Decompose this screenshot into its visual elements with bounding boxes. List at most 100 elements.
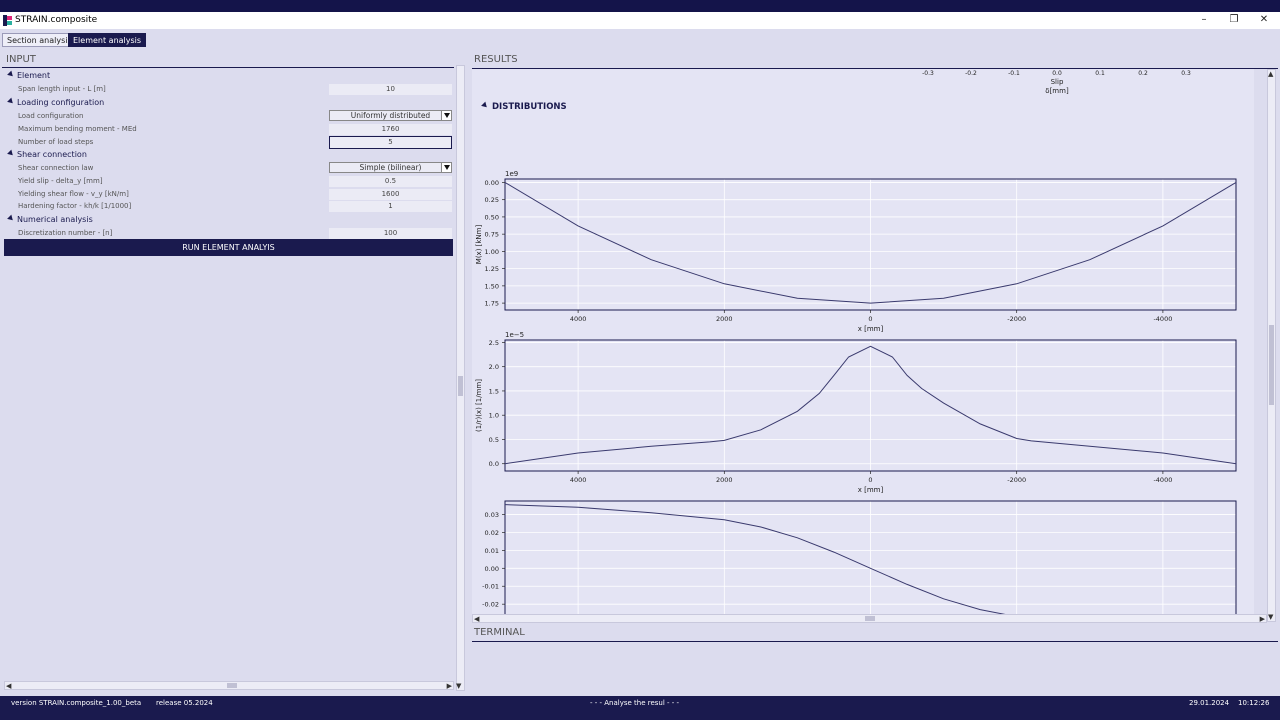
status-bar: version STRAIN.composite_1.00_beta relea…	[0, 696, 1280, 710]
collapse-triangle-icon	[7, 70, 15, 79]
collapse-triangle-icon	[7, 149, 15, 158]
results-panel: RESULTS -0.3 -0.2 -0.1 0.0 0.1 0.2 0.3 Slip δ[mm…	[470, 47, 1280, 696]
status-date: 29.01.2024	[1189, 699, 1230, 707]
load-steps-label: Number of load steps	[18, 138, 94, 146]
discretization-input[interactable]: 100	[329, 228, 452, 239]
yield-flow-label: Yielding shear flow - v_y [kN/m]	[18, 190, 129, 198]
results-vertical-scrollbar[interactable]: ▲ ▼	[1267, 69, 1276, 622]
y-tick-label: 0.03	[485, 511, 499, 519]
top-strip	[0, 0, 1280, 12]
y-tick-label: 0.0	[489, 460, 499, 468]
terminal-header: TERMINAL	[474, 627, 525, 638]
arrow-up-icon[interactable]: ▲	[1268, 70, 1273, 78]
hardening-input[interactable]: 1	[329, 201, 452, 212]
x-tick-label: 4000	[570, 476, 587, 484]
load-steps-input[interactable]: 5	[329, 136, 452, 149]
slip-tick-label: 0.3	[1181, 70, 1191, 77]
arrow-right-icon[interactable]: ▶	[1260, 615, 1265, 623]
terminal-output[interactable]	[472, 643, 1278, 693]
x-tick-label: 2000	[716, 315, 733, 323]
section-shear[interactable]: Shear connection	[7, 149, 87, 159]
slip-tick-label: 0.0	[1052, 70, 1062, 77]
tab-element-analysis[interactable]: Element analysis	[68, 33, 147, 47]
shear-law-label: Shear connection law	[18, 164, 94, 172]
y-tick-label: 1.75	[485, 300, 499, 308]
tab-section-analysis[interactable]: Section analysis	[2, 33, 77, 47]
y-tick-label: 0.02	[485, 529, 499, 537]
y-axis-label: (1/r)(x) [1/mm]	[475, 379, 483, 432]
y-tick-label: 1.00	[485, 248, 499, 256]
y-tick-label: 1.0	[489, 412, 499, 420]
span-length-label: Span length input - L [m]	[18, 85, 106, 93]
arrow-left-icon[interactable]: ◀	[474, 615, 479, 623]
max-moment-input[interactable]: 1760	[329, 124, 452, 135]
arrow-left-icon[interactable]: ◀	[6, 682, 11, 690]
close-icon[interactable]: ✕	[1250, 13, 1278, 27]
y-tick-label: 0.5	[489, 436, 499, 444]
y-axis-label: M(x) [kNm]	[475, 225, 483, 265]
distributions-heading[interactable]: DISTRIBUTIONS	[481, 101, 567, 112]
y-tick-label: 1.25	[485, 265, 499, 273]
slip-tick-label: 0.1	[1095, 70, 1105, 77]
hardening-label: Hardening factor - kh/k [1/1000]	[18, 202, 132, 210]
window-title: STRAIN.composite	[15, 15, 98, 25]
scrollbar-thumb[interactable]	[1269, 325, 1274, 405]
arrow-down-icon[interactable]: ▼	[456, 682, 461, 690]
slip-tick-label: 0.2	[1138, 70, 1148, 77]
release-text: release 05.2024	[156, 699, 213, 707]
y-tick-label: 2.5	[489, 339, 499, 347]
arrow-right-icon[interactable]: ▶	[447, 682, 452, 690]
scrollbar-thumb[interactable]	[458, 376, 463, 396]
axis-offset-label: 1e−5	[505, 331, 524, 339]
results-plot-area: -0.3 -0.2 -0.1 0.0 0.1 0.2 0.3 Slip δ[mm] 4000 200…	[472, 69, 1254, 614]
version-text: version STRAIN.composite_1.00_beta	[11, 699, 142, 707]
slip-tick-label: -0.2	[965, 70, 977, 77]
yield-flow-input[interactable]: 1600	[329, 189, 452, 200]
collapse-triangle-icon	[7, 214, 15, 223]
x-tick-label: -2000	[1007, 315, 1026, 323]
run-element-analysis-button[interactable]: RUN ELEMENT ANALYIS	[4, 239, 453, 256]
x-tick-label: -4000	[1153, 315, 1172, 323]
span-length-input[interactable]: 10	[329, 84, 452, 95]
section-loading[interactable]: Loading configuration	[7, 97, 104, 107]
chevron-down-icon[interactable]	[441, 163, 451, 172]
y-tick-label: 1.50	[485, 282, 499, 290]
section-numerical[interactable]: Numerical analysis	[7, 214, 93, 224]
bottom-strip	[0, 710, 1280, 720]
x-tick-label: 0	[868, 476, 872, 484]
maximize-icon[interactable]: ❐	[1220, 13, 1248, 27]
axis-offset-label: 1e9	[505, 170, 518, 178]
yield-slip-input[interactable]: 0.5	[329, 176, 452, 187]
scrollbar-thumb[interactable]	[227, 683, 237, 688]
x-tick-label: 2000	[716, 476, 733, 484]
tab-bar: Section analysis Element analysis	[0, 29, 1280, 47]
shear-law-select[interactable]: Simple (bilinear)	[329, 162, 452, 173]
results-horizontal-scrollbar[interactable]: ◀ ▶	[472, 614, 1267, 623]
results-header: RESULTS	[474, 54, 518, 65]
input-panel: INPUT Element Span length input - L [m] …	[0, 47, 466, 696]
slip-tick-label: -0.1	[1008, 70, 1020, 77]
input-vertical-scrollbar[interactable]	[456, 65, 465, 691]
y-tick-label: -0.01	[482, 583, 499, 591]
load-config-select[interactable]: Uniformly distributed	[329, 110, 452, 121]
scrollbar-thumb[interactable]	[865, 616, 875, 621]
status-message: - - - Analyse the resul - - -	[590, 699, 680, 707]
x-tick-label: 0	[868, 315, 872, 323]
y-tick-label: -0.02	[482, 601, 499, 609]
section-element[interactable]: Element	[7, 70, 50, 80]
y-tick-label: 0.25	[485, 196, 499, 204]
y-tick-label: 0.01	[485, 547, 499, 555]
chevron-down-icon[interactable]	[441, 111, 451, 120]
x-tick-label: -4000	[1153, 476, 1172, 484]
x-axis-label: x [mm]	[858, 325, 884, 333]
minimize-icon[interactable]: –	[1190, 13, 1218, 27]
title-bar: STRAIN.composite – ❐ ✕	[0, 12, 1280, 29]
input-horizontal-scrollbar[interactable]: ◀ ▶	[4, 681, 454, 690]
status-time: 10:12:26	[1238, 699, 1270, 707]
y-tick-label: 0.50	[485, 213, 499, 221]
max-moment-label: Maximum bending moment - MEd	[18, 125, 137, 133]
arrow-down-icon[interactable]: ▼	[1268, 613, 1273, 621]
y-tick-label: 0.00	[485, 179, 499, 187]
y-tick-label: 2.0	[489, 363, 499, 371]
y-tick-label: 1.5	[489, 387, 499, 395]
